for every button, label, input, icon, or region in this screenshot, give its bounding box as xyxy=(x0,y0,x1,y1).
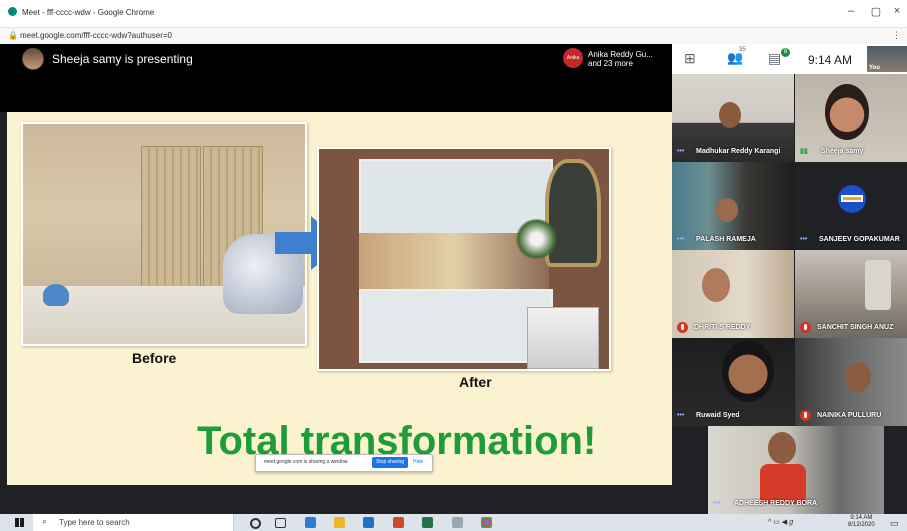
outlook-icon[interactable] xyxy=(363,517,374,528)
clock-date: 8/12/2020 xyxy=(848,522,875,528)
participant-name: Madhukar Reddy Karangi xyxy=(696,148,781,155)
cortana-icon[interactable] xyxy=(250,518,261,529)
shared-slide: Before After Total transformation! meet.… xyxy=(7,112,672,485)
participant-tile[interactable]: ••• SANJEEV GOPAKUMAR xyxy=(795,162,907,250)
before-photo xyxy=(21,122,307,346)
flower-vase xyxy=(514,219,559,259)
people-count: 35 xyxy=(739,47,746,53)
participant-video xyxy=(768,432,796,464)
meet-favicon-icon xyxy=(8,7,17,16)
participant-name: ADHEESH REDDY BORA xyxy=(734,500,818,507)
more-options-icon[interactable]: ••• xyxy=(713,500,720,507)
participant-summary-more: and 23 more xyxy=(588,59,633,68)
powerpoint-icon[interactable] xyxy=(393,517,404,528)
close-button[interactable]: × xyxy=(887,5,907,17)
avatar-ninja-icon xyxy=(838,185,866,213)
closet-door xyxy=(141,146,201,288)
hide-button[interactable]: Hide xyxy=(413,459,423,465)
system-tray-icons[interactable]: ^ ▭ ◀ 𝑔 xyxy=(768,518,793,527)
mic-off-icon xyxy=(677,322,688,333)
stop-sharing-button[interactable]: Stop sharing xyxy=(372,457,408,468)
participant-name: Ruwaid Syed xyxy=(696,412,740,419)
more-options-icon[interactable]: ••• xyxy=(677,148,684,155)
participant-shirt xyxy=(760,464,806,504)
mic-off-icon xyxy=(800,410,811,421)
chat-count-badge: 8 xyxy=(781,48,790,57)
participant-video xyxy=(825,84,869,140)
participant-video xyxy=(719,102,741,128)
edge-icon[interactable] xyxy=(305,517,316,528)
search-icon: ⌕ xyxy=(42,516,48,526)
chrome-icon[interactable] xyxy=(481,517,492,528)
speaking-indicator-icon: ▮▮ xyxy=(800,148,808,155)
participant-name: SANCHIT SINGH ANUZ xyxy=(817,324,894,331)
window-title: Meet - fff-cccc-wdw - Google Chrome xyxy=(22,8,155,17)
mic-off-icon xyxy=(800,322,811,333)
before-caption: Before xyxy=(132,350,177,366)
file-explorer-icon[interactable] xyxy=(334,517,345,528)
lock-icon: 🔒 xyxy=(8,31,18,40)
after-photo xyxy=(317,147,611,371)
task-view-icon[interactable] xyxy=(275,518,286,528)
participant-video xyxy=(716,198,738,222)
more-options-icon[interactable]: ••• xyxy=(677,412,684,419)
more-options-icon[interactable]: ••• xyxy=(800,236,807,243)
self-view-tile[interactable]: You xyxy=(867,46,907,72)
search-placeholder: Type here to search xyxy=(59,518,130,527)
participant-tile[interactable]: ••• Ruwaid Syed xyxy=(672,338,794,426)
presenter-avatar xyxy=(22,48,44,70)
windows-start-icon[interactable] xyxy=(15,518,24,527)
after-caption: After xyxy=(459,374,492,390)
participant-tile[interactable]: NAINIKA PULLURU xyxy=(795,338,907,426)
lamp xyxy=(43,284,69,306)
participant-tile[interactable]: ••• ADHEESH REDDY BORA xyxy=(708,426,884,514)
participant-tile[interactable]: ▮▮ Sheeja samy xyxy=(795,74,907,162)
presenting-bar: Sheeja samy is presenting Anika Anika Re… xyxy=(0,44,672,74)
participant-video xyxy=(722,340,774,402)
sharing-message: meet.google.com is sharing a window. xyxy=(264,459,349,465)
sliding-door-pane xyxy=(359,289,553,363)
meeting-time: 9:14 AM xyxy=(808,53,853,67)
layout-grid-icon[interactable]: ⊞ xyxy=(684,50,696,67)
taskbar-clock[interactable]: 9:14 AM 8/12/2020 xyxy=(848,515,875,529)
dresser xyxy=(527,307,599,369)
more-options-icon[interactable]: ••• xyxy=(677,236,684,243)
clock-time: 9:14 AM xyxy=(850,515,873,521)
participant-name: Sheeja samy xyxy=(821,148,864,155)
participant-name: DHRITI S REDDY xyxy=(694,324,751,331)
taskbar-search-box[interactable]: ⌕ Type here to search xyxy=(33,514,234,531)
presentation-letterbox xyxy=(0,74,672,112)
participant-video xyxy=(845,362,871,392)
notification-icon[interactable]: ▭ xyxy=(890,518,899,529)
presenter-label: Sheeja samy is presenting xyxy=(52,52,193,66)
participant-tile[interactable]: ••• Madhukar Reddy Karangi xyxy=(672,74,794,162)
participant-summary[interactable]: Anika Reddy Gu... and 23 more xyxy=(588,50,653,68)
address-bar[interactable]: 🔒 meet.google.com/fff-cccc-wdw?authuser=… xyxy=(0,28,907,44)
browser-title-bar: Meet - fff-cccc-wdw - Google Chrome – ▢ … xyxy=(0,0,907,28)
url-text[interactable]: meet.google.com/fff-cccc-wdw?authuser=0 xyxy=(20,31,172,40)
participant-name: PALASH RAMEJA xyxy=(696,236,756,243)
participant-name: NAINIKA PULLURU xyxy=(817,412,882,419)
participant-video xyxy=(865,260,891,310)
participant-tile[interactable]: SANCHIT SINGH ANUZ xyxy=(795,250,907,338)
participant-name: SANJEEV GOPAKUMAR xyxy=(819,236,900,243)
minimize-button[interactable]: – xyxy=(841,5,861,17)
participant-avatar: Anika xyxy=(563,48,583,68)
participant-summary-name: Anika Reddy Gu... xyxy=(588,50,653,59)
app-icon[interactable] xyxy=(452,517,463,528)
excel-icon[interactable] xyxy=(422,517,433,528)
sharing-notification-bar: meet.google.com is sharing a window. Sto… xyxy=(255,454,433,472)
participant-video xyxy=(702,268,730,302)
more-menu-icon[interactable]: ⋮ xyxy=(892,30,901,41)
maximize-button[interactable]: ▢ xyxy=(866,5,886,18)
self-label: You xyxy=(869,65,880,71)
chat-icon[interactable]: ▤ xyxy=(768,50,781,67)
participant-tile[interactable]: DHRITI S REDDY xyxy=(672,250,794,338)
participant-tile[interactable]: ••• PALASH RAMEJA xyxy=(672,162,794,250)
windows-taskbar: ⌕ Type here to search ^ ▭ ◀ 𝑔 9:14 AM 8/… xyxy=(0,514,907,531)
